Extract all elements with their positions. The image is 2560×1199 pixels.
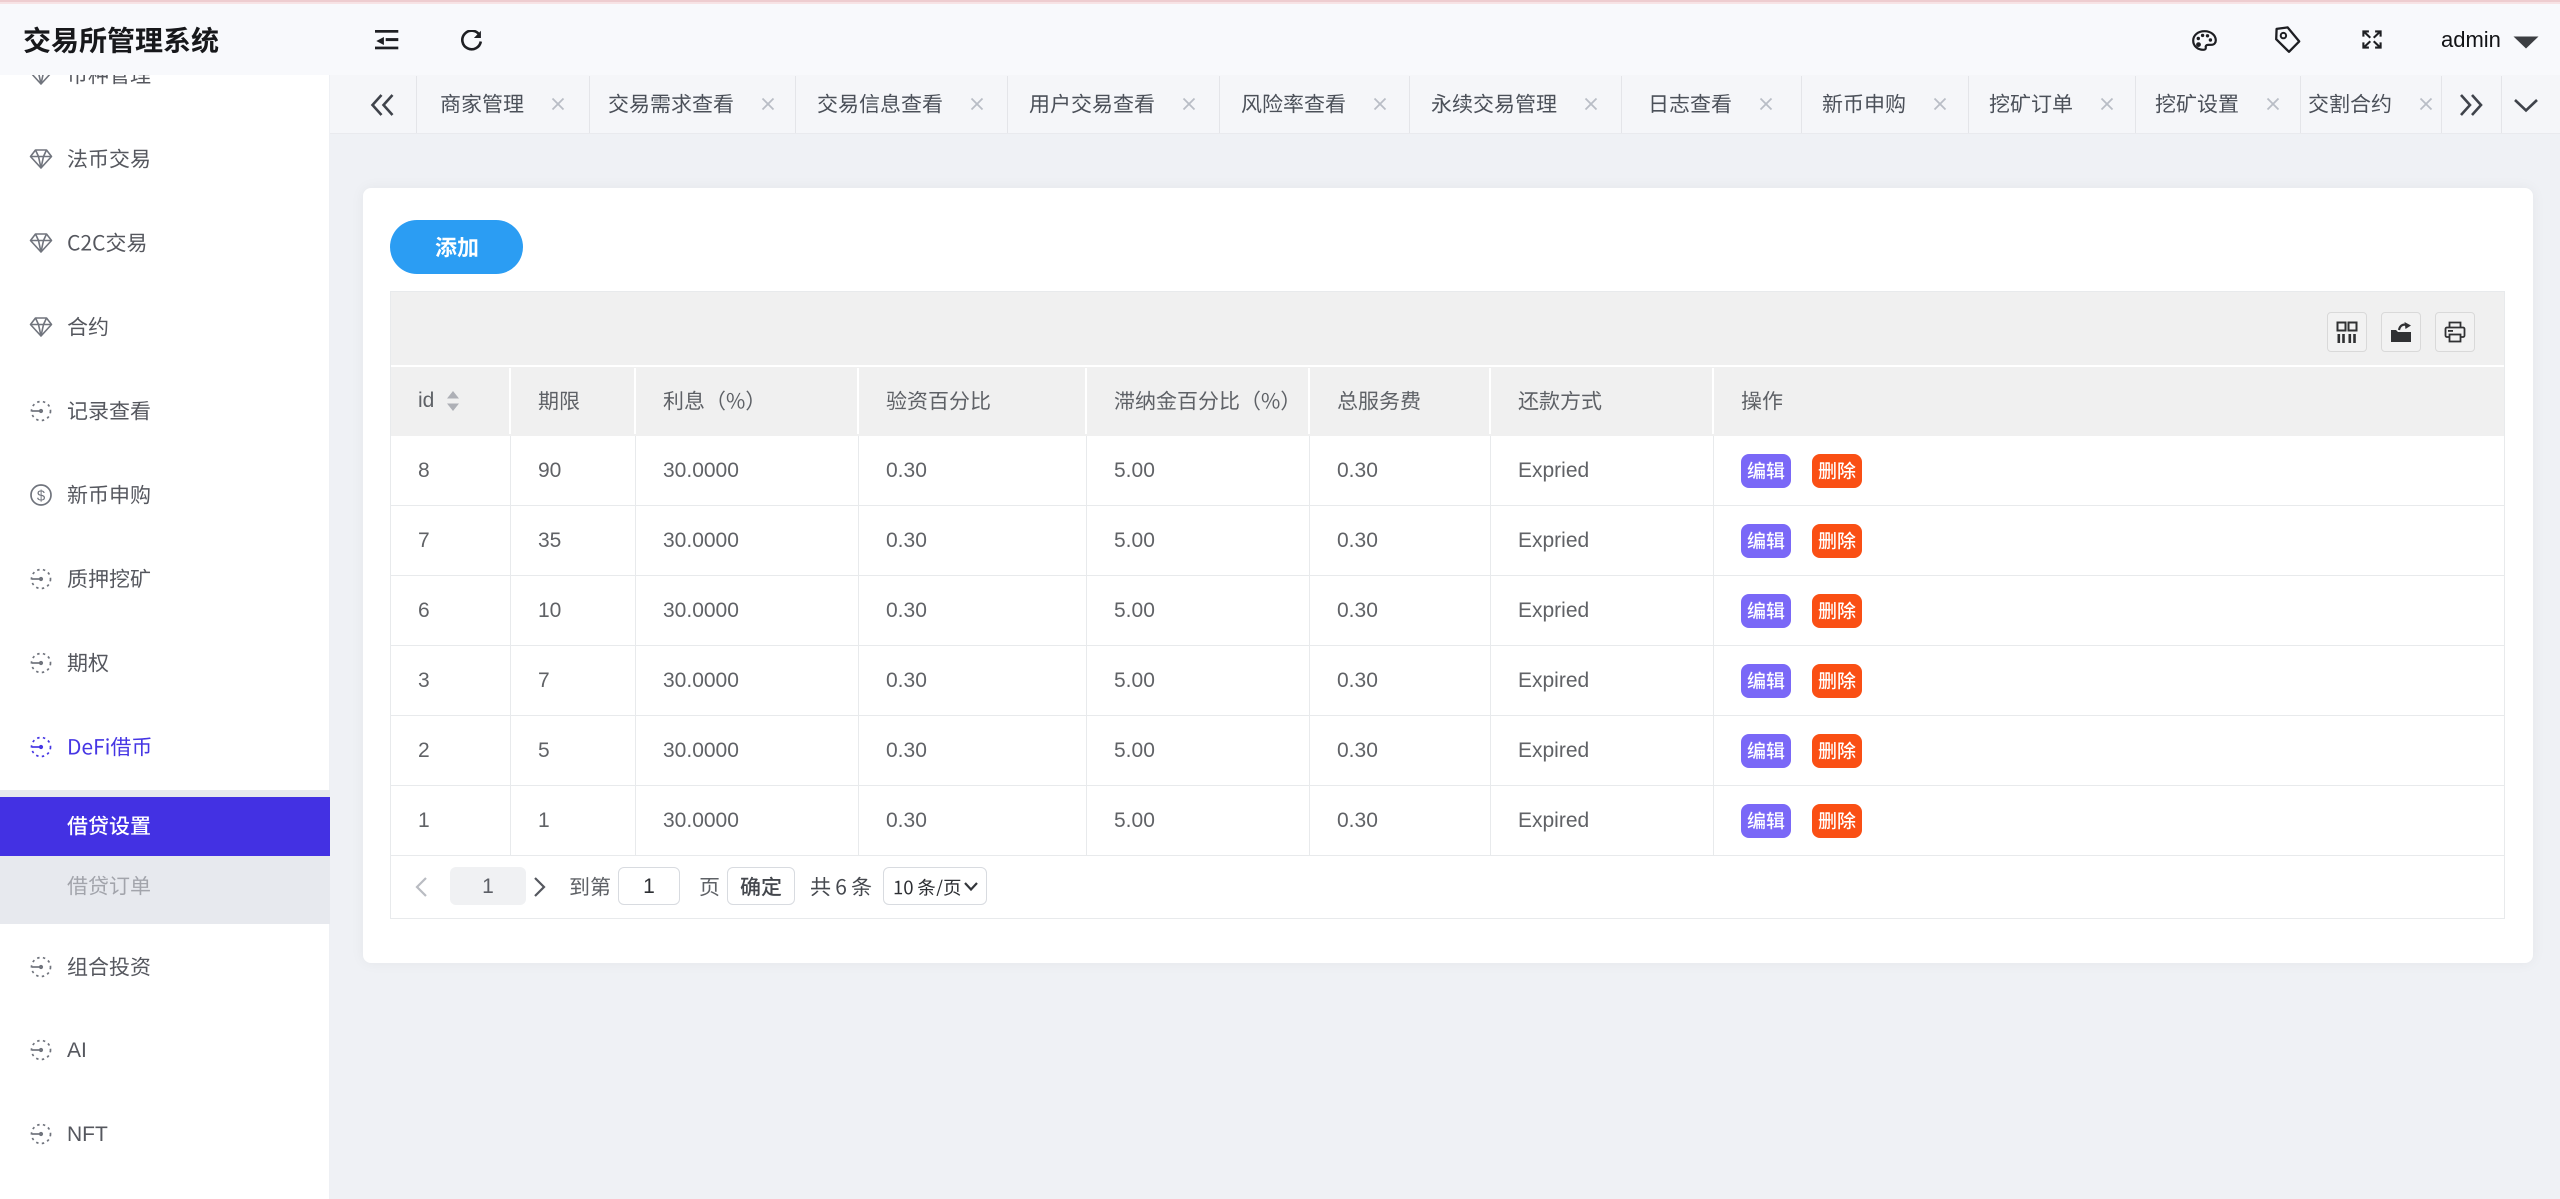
svg-text:$: $ bbox=[37, 488, 46, 505]
